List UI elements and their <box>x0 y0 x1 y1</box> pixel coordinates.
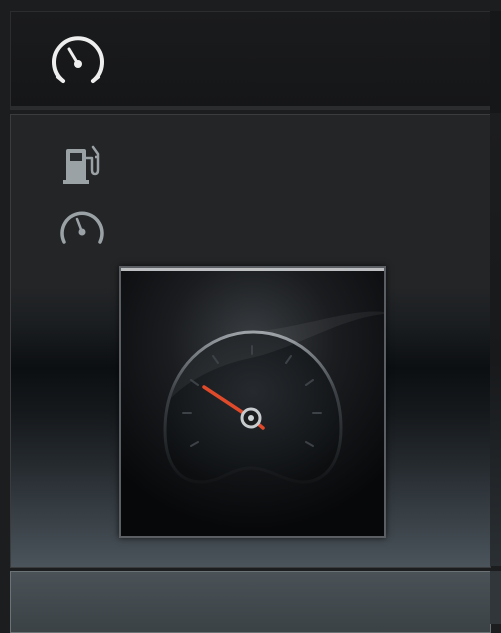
preview-tile[interactable] <box>119 266 386 538</box>
speedometer-gauge-icon <box>121 268 384 536</box>
scrollbar-track-bottom <box>490 571 501 624</box>
speedometer-icon[interactable] <box>58 208 106 248</box>
fuel-pump-icon[interactable] <box>62 144 104 186</box>
scrollbar-track[interactable] <box>490 114 501 566</box>
scrollbar-track-top <box>490 11 501 113</box>
speedometer-icon[interactable] <box>51 35 105 87</box>
header-panel <box>10 11 492 110</box>
